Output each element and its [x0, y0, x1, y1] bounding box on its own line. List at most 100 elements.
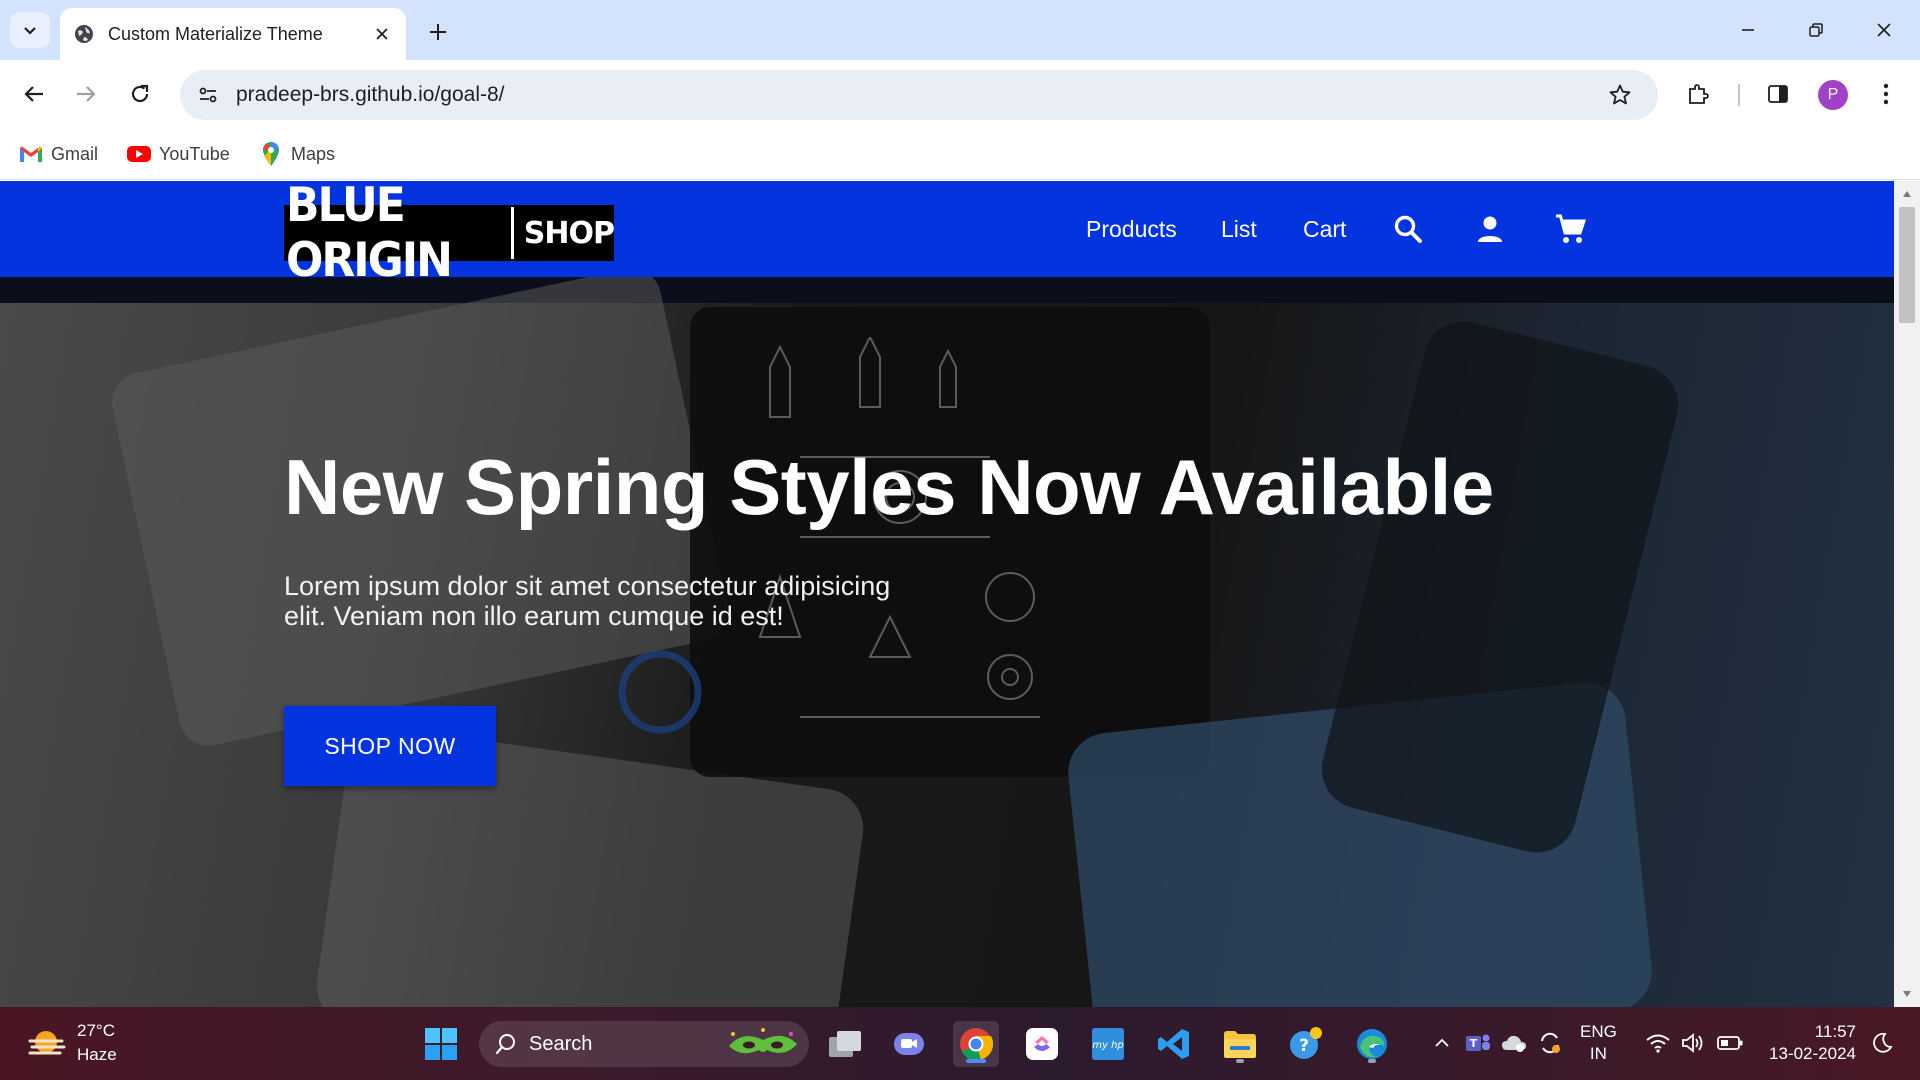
- sync-tray-icon[interactable]: [1536, 1029, 1564, 1057]
- clickup-taskbar-button[interactable]: [1019, 1021, 1065, 1067]
- menu-button[interactable]: [1866, 74, 1906, 114]
- logo-divider: [510, 207, 514, 259]
- show-hidden-icons-chevron-icon[interactable]: [1428, 1029, 1456, 1057]
- extensions-button[interactable]: [1678, 74, 1718, 114]
- hero-section: [0, 277, 1894, 1007]
- shop-now-button[interactable]: SHOP NOW: [284, 706, 496, 786]
- folder-icon: [1224, 1031, 1256, 1058]
- vscode-icon: [1158, 1029, 1189, 1059]
- edge-icon: [1357, 1029, 1387, 1059]
- language-code: ENG: [1580, 1022, 1617, 1041]
- side-panel-icon: [1768, 85, 1788, 103]
- help-taskbar-button[interactable]: ?: [1283, 1021, 1329, 1067]
- teams-tray-icon[interactable]: T: [1464, 1029, 1492, 1057]
- browser-tab[interactable]: Custom Materialize Theme: [60, 8, 406, 60]
- svg-text:my hp: my hp: [1092, 1040, 1124, 1051]
- chrome-taskbar-button[interactable]: [953, 1021, 999, 1067]
- open-indicator: [1236, 1059, 1244, 1063]
- gmail-icon: [18, 141, 44, 167]
- reload-button[interactable]: [120, 74, 160, 114]
- svg-text:T: T: [1470, 1037, 1478, 1050]
- close-window-button[interactable]: [1862, 12, 1906, 48]
- wifi-icon[interactable]: [1644, 1029, 1672, 1057]
- search-icon[interactable]: [1390, 211, 1426, 247]
- edge-taskbar-button[interactable]: [1349, 1021, 1395, 1067]
- url-text[interactable]: pradeep-brs.github.io/goal-8/: [236, 83, 1600, 107]
- minimize-button[interactable]: [1726, 12, 1770, 48]
- minimize-icon: [1742, 29, 1754, 31]
- hero-title: New Spring Styles Now Available: [284, 443, 1494, 531]
- close-icon: [1877, 23, 1891, 37]
- page-viewport: BLUE ORIGIN SHOP Products List Cart New …: [0, 181, 1894, 1007]
- bookmark-youtube[interactable]: YouTube: [126, 140, 230, 168]
- rocket-print-graphic: [758, 337, 1040, 718]
- back-button[interactable]: [14, 74, 54, 114]
- myhp-taskbar-button[interactable]: my hp: [1085, 1021, 1131, 1067]
- help-icon: ?: [1290, 1027, 1322, 1059]
- volume-icon[interactable]: [1680, 1029, 1708, 1057]
- site-info-icon[interactable]: [188, 75, 228, 115]
- teams-chat-button[interactable]: [886, 1021, 932, 1067]
- browser-tab-strip: Custom Materialize Theme: [0, 0, 1920, 60]
- carnival-mask-icon: [729, 1028, 797, 1054]
- arrow-left-icon: [24, 86, 43, 102]
- region-code: IN: [1589, 1044, 1607, 1063]
- account-icon[interactable]: [1472, 211, 1508, 247]
- open-indicator: [1368, 1059, 1376, 1063]
- battery-icon[interactable]: [1716, 1029, 1744, 1057]
- new-tab-button[interactable]: [420, 14, 456, 50]
- windows-taskbar: 27°C Haze Search my hp ? T ENG IN 11:57 …: [0, 1007, 1920, 1080]
- bookmark-maps[interactable]: Maps: [258, 140, 335, 168]
- video-chat-icon: [894, 1033, 924, 1055]
- nav-link-list[interactable]: List: [1221, 181, 1257, 277]
- system-clock[interactable]: 11:57 13-02-2024: [1760, 1021, 1856, 1065]
- plus-icon: [430, 24, 446, 40]
- side-panel-button[interactable]: [1758, 74, 1798, 114]
- more-vert-icon: [1883, 83, 1889, 105]
- chrome-icon: [960, 1028, 993, 1061]
- taskbar-search-label: Search: [529, 1032, 593, 1055]
- cart-icon[interactable]: [1552, 211, 1588, 247]
- bookmark-label: YouTube: [159, 143, 230, 164]
- browser-toolbar: pradeep-brs.github.io/goal-8/: [0, 60, 1920, 128]
- maps-icon: [258, 141, 284, 167]
- close-tab-icon[interactable]: [368, 20, 396, 48]
- bookmark-gmail[interactable]: Gmail: [18, 140, 98, 168]
- vscode-taskbar-button[interactable]: [1151, 1021, 1197, 1067]
- haze-weather-icon[interactable]: [28, 1027, 68, 1063]
- windows-logo-icon: [425, 1028, 457, 1060]
- scroll-down-arrow-icon[interactable]: [1894, 983, 1920, 1005]
- input-language-indicator[interactable]: ENG IN: [1580, 1021, 1617, 1065]
- clickup-icon: [1026, 1028, 1058, 1060]
- page-scrollbar[interactable]: [1894, 181, 1920, 1007]
- tab-title: Custom Materialize Theme: [108, 23, 323, 44]
- forward-button[interactable]: [66, 74, 106, 114]
- bookmark-label: Maps: [291, 143, 336, 164]
- tab-search-button[interactable]: [10, 12, 50, 48]
- youtube-icon: [126, 141, 152, 167]
- clock-date: 13-02-2024: [1769, 1044, 1856, 1063]
- file-explorer-taskbar-button[interactable]: [1217, 1021, 1263, 1067]
- hero-top-strip: [0, 277, 1894, 303]
- scroll-up-arrow-icon[interactable]: [1894, 183, 1920, 205]
- task-view-button[interactable]: [822, 1021, 868, 1067]
- nav-link-cart[interactable]: Cart: [1303, 181, 1346, 277]
- weather-description[interactable]: Haze: [77, 1045, 117, 1065]
- bookmarks-bar: Gmail YouTube Maps: [0, 128, 1920, 180]
- onedrive-tray-icon[interactable]: [1500, 1029, 1528, 1057]
- bookmark-star-icon[interactable]: [1600, 75, 1640, 115]
- nav-link-label: Products: [1086, 215, 1177, 242]
- do-not-disturb-moon-icon[interactable]: [1868, 1029, 1896, 1057]
- restore-button[interactable]: [1794, 12, 1838, 48]
- profile-avatar[interactable]: P: [1818, 80, 1848, 110]
- start-button[interactable]: [418, 1021, 464, 1067]
- address-bar[interactable]: pradeep-brs.github.io/goal-8/: [180, 70, 1658, 120]
- scrollbar-thumb[interactable]: [1899, 207, 1915, 323]
- site-logo[interactable]: BLUE ORIGIN SHOP: [284, 181, 615, 288]
- myhp-icon: my hp: [1092, 1028, 1124, 1060]
- svg-text:?: ?: [1299, 1036, 1309, 1056]
- taskbar-search-box[interactable]: Search: [479, 1021, 809, 1067]
- nav-link-products[interactable]: Products: [1086, 181, 1177, 277]
- weather-temperature[interactable]: 27°C: [77, 1021, 115, 1041]
- bookmark-label: Gmail: [51, 143, 99, 164]
